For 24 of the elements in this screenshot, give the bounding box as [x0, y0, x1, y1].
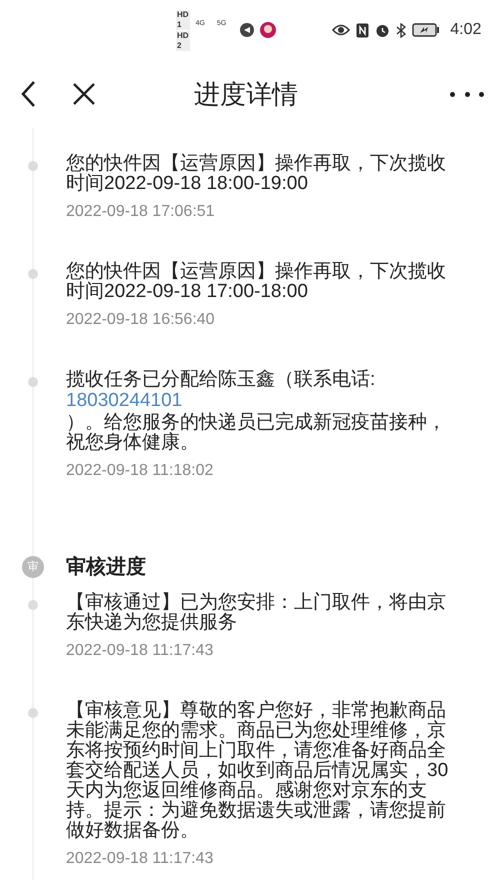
phone-link[interactable]: 18030244101 — [66, 390, 182, 411]
section-badge: 审 — [22, 556, 44, 578]
event-text: 【审核通过】已为您安排：上门取件，将由京东快递为您提供服务 — [66, 593, 447, 633]
event-text: ）。给您服务的快递员已完成新冠疫苗接种，祝您身体健康。 — [66, 413, 447, 453]
timestamp: 2022-09-18 17:06:51 — [66, 202, 216, 222]
nfc-icon — [356, 22, 370, 38]
alarm-icon — [375, 22, 390, 38]
timestamp: 2022-09-18 11:17:43 — [66, 849, 214, 869]
battery-icon — [412, 23, 440, 37]
timestamp: 2022-09-18 11:18:02 — [66, 461, 214, 481]
timestamp: 2022-09-18 11:17:43 — [66, 641, 214, 661]
timestamp: 2022-09-18 16:56:40 — [66, 310, 216, 330]
sim-label: HD 2 — [176, 30, 190, 50]
sim-label: HD 1 — [176, 10, 190, 30]
section-title: 审核进度 — [66, 554, 147, 580]
eye-icon — [332, 24, 350, 36]
avatar-icon — [260, 22, 276, 38]
event-text: 您的快件因【运营原因】操作再取，下次揽收时间2022-09-18 18:00-19:00 — [66, 154, 447, 194]
event-text: 揽收任务已分配给陈玉鑫（联系电话: — [66, 370, 376, 390]
event-text: 【审核意见】尊敬的客户您好，非常抱歉商品未能满足您的需求。商品已为您处理维修，京东将按预约时间上门取件，请您准备好商品全套交给配送人员，如收到商品后情况属实，30天内为您返回维修商品。感谢您对京东的支持。提示：为避免数据遗失或泄露，请您提前做好数据备份。 — [66, 701, 450, 841]
bluetooth-icon — [396, 22, 406, 38]
page-title: 进度详情 — [194, 78, 298, 111]
status-time: 4:02 — [450, 20, 482, 40]
event-text: 您的快件因【运营原因】操作再取，下次揽收时间2022-09-18 17:00-18:00 — [66, 262, 447, 302]
